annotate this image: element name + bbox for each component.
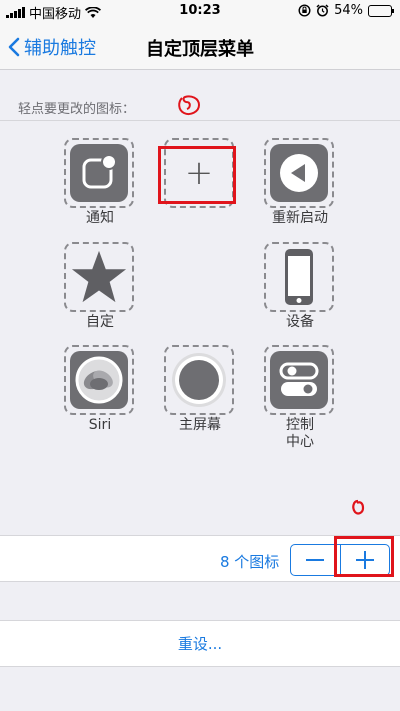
- slot-control-center[interactable]: 控制 中心: [264, 345, 336, 451]
- reset-button[interactable]: 重设...: [0, 621, 400, 668]
- device-icon: [285, 249, 313, 305]
- slot-siri[interactable]: Siri: [64, 345, 136, 434]
- label-restart: 重新启动: [272, 210, 328, 226]
- hint-text: 轻点要更改的图标：: [18, 102, 136, 117]
- battery-percent: 54%: [334, 3, 363, 18]
- orientation-lock-icon: [298, 4, 311, 17]
- home-button-icon: [172, 353, 226, 407]
- slot-restart[interactable]: 重新启动: [264, 138, 336, 227]
- status-right: 54%: [298, 3, 394, 18]
- slot-device[interactable]: 设备: [264, 242, 336, 331]
- annotation-scribble-bottom: [352, 499, 365, 515]
- battery-icon: [368, 4, 394, 17]
- label-home: 主屏幕: [179, 417, 221, 433]
- minus-icon: [306, 559, 325, 561]
- annotation-box-increment: [334, 536, 394, 577]
- label-device: 设备: [286, 314, 314, 330]
- slot-notification[interactable]: 通知: [64, 138, 136, 227]
- restart-icon: [280, 154, 318, 192]
- annotation-box-empty-slot: [158, 146, 236, 204]
- hint-divider: [0, 120, 400, 121]
- reset-row[interactable]: 重设...: [0, 620, 400, 667]
- notification-icon: [82, 154, 117, 189]
- siri-icon: [75, 356, 123, 404]
- status-bar: 中国移动 10:23 54%: [0, 0, 400, 22]
- decrement-button[interactable]: [291, 545, 340, 575]
- star-icon: [71, 250, 127, 303]
- label-control-center-2: 中心: [286, 434, 314, 450]
- label-custom: 自定: [86, 314, 114, 330]
- label-siri: Siri: [88, 417, 112, 433]
- navigation-bar: 辅助触控 自定顶层菜单: [0, 22, 400, 70]
- label-notification: 通知: [86, 210, 114, 226]
- page-title: 自定顶层菜单: [146, 39, 254, 60]
- label-control-center-1: 控制: [286, 417, 314, 433]
- control-center-icon: [279, 362, 319, 396]
- slot-home[interactable]: 主屏幕: [164, 345, 236, 434]
- icon-count-text: 8 个图标: [220, 553, 280, 571]
- slot-custom[interactable]: 自定: [64, 242, 136, 331]
- alarm-icon: [316, 4, 329, 17]
- annotation-scribble-top: [178, 95, 201, 115]
